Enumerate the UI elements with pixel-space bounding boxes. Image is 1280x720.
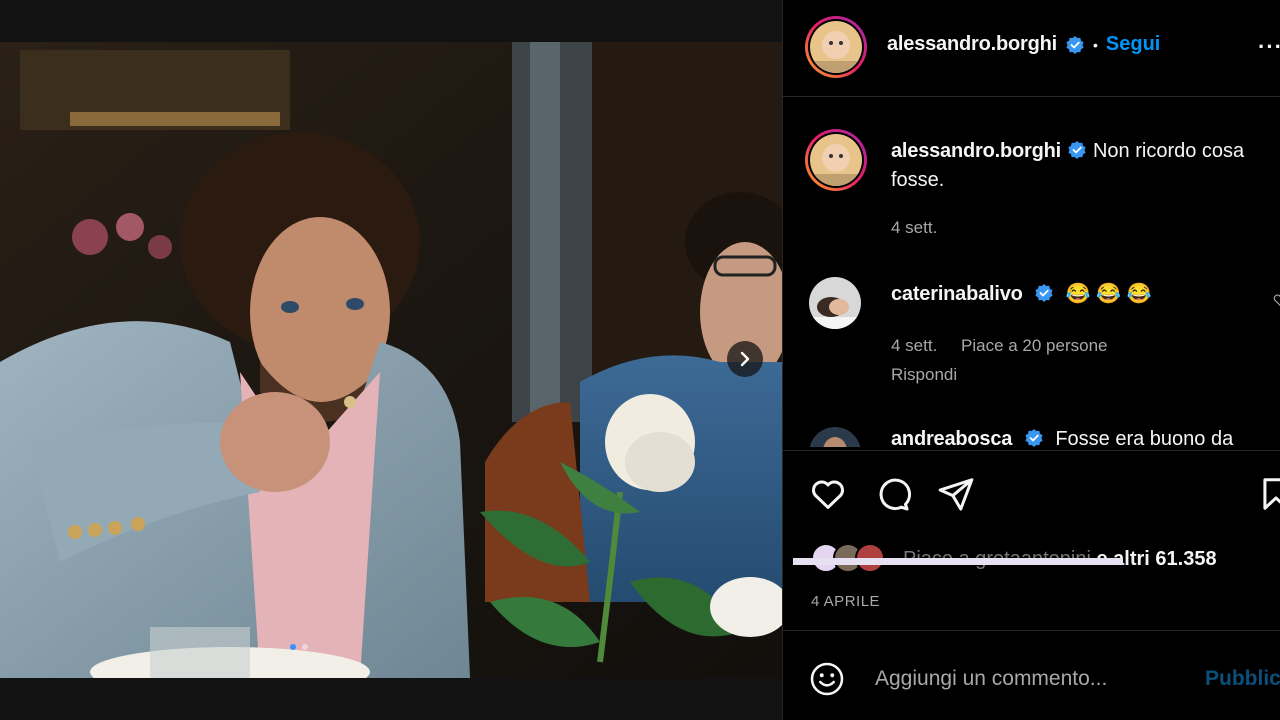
comment-time: 4 sett. — [891, 336, 938, 355]
comment-username[interactable]: andreabosca — [891, 428, 1012, 447]
add-comment-bar: Pubblica — [783, 630, 1280, 720]
emoji-icon[interactable] — [809, 661, 845, 697]
comment-input[interactable] — [873, 661, 1197, 697]
comment-item: caterinabalivo 😂 😂 😂 — [891, 281, 1152, 306]
publish-button[interactable]: Pubblica — [1205, 667, 1280, 691]
header-row: alessandro.borghi • Segui — [887, 33, 1160, 56]
comment-heart-icon[interactable] — [1273, 293, 1280, 307]
comment-icon[interactable] — [873, 475, 911, 513]
comment-avatar-image — [809, 277, 861, 329]
comments-section: alessandro.borghi Non ricordo cosa fosse… — [783, 97, 1280, 447]
media-area — [0, 0, 782, 720]
likes-summary[interactable]: Piace a gretaantonini e altri 61.358 — [793, 543, 1217, 575]
carousel-dot — [302, 644, 308, 650]
post-photo-image — [0, 42, 782, 678]
likes-text: Piace a gretaantonini e altri 61.358 — [793, 548, 1217, 571]
post-photo[interactable] — [0, 42, 782, 678]
post-header: alessandro.borghi • Segui ··· — [783, 0, 1280, 97]
comment-text: Fosse era buono da — [1055, 428, 1234, 447]
separator-dot: • — [1092, 36, 1098, 53]
carousel-next-button[interactable] — [727, 341, 763, 377]
chevron-right-icon — [740, 351, 750, 367]
caption-username[interactable]: alessandro.borghi — [891, 140, 1061, 162]
verified-badge-icon — [1066, 35, 1084, 54]
verified-badge-icon — [1068, 140, 1086, 159]
author-avatar[interactable] — [805, 16, 867, 78]
carousel-dot-active — [290, 644, 296, 650]
carousel-indicator — [290, 644, 308, 650]
comment-avatar-image — [809, 427, 861, 447]
more-options-button[interactable]: ··· — [1258, 34, 1280, 60]
caption-time: 4 sett. — [891, 218, 938, 237]
paper-plane-icon[interactable] — [937, 475, 975, 513]
post-details-panel: alessandro.borghi • Segui ··· — [782, 0, 1280, 720]
comment-avatar[interactable] — [809, 277, 861, 329]
heart-icon[interactable] — [809, 475, 847, 513]
comment-avatar[interactable] — [809, 427, 861, 447]
verified-badge-icon — [1035, 283, 1053, 302]
comment-item: andreabosca Fosse era buono da — [891, 428, 1233, 447]
caption: alessandro.borghi Non ricordo cosa fosse… — [891, 137, 1280, 195]
reply-button[interactable]: Rispondi — [891, 365, 957, 385]
verified-badge-icon — [1025, 428, 1043, 447]
caption-avatar[interactable] — [805, 129, 867, 191]
redaction-bar — [793, 557, 1123, 565]
follow-button[interactable]: Segui — [1106, 33, 1160, 56]
author-username[interactable]: alessandro.borghi — [887, 33, 1057, 56]
instagram-post-viewer: alessandro.borghi • Segui ··· — [0, 0, 1280, 720]
post-date: 4 APRILE — [811, 593, 881, 610]
caption-avatar-image — [810, 134, 862, 186]
comment-username[interactable]: caterinabalivo — [891, 283, 1023, 305]
comment-text: 😂 😂 😂 — [1065, 283, 1152, 305]
bookmark-icon[interactable] — [1257, 475, 1280, 513]
author-avatar-image — [810, 21, 862, 73]
comment-likes[interactable]: Piace a 20 persone — [961, 336, 1108, 356]
post-actions: Piace a gretaantonini e altri 61.358 4 A… — [783, 450, 1280, 630]
